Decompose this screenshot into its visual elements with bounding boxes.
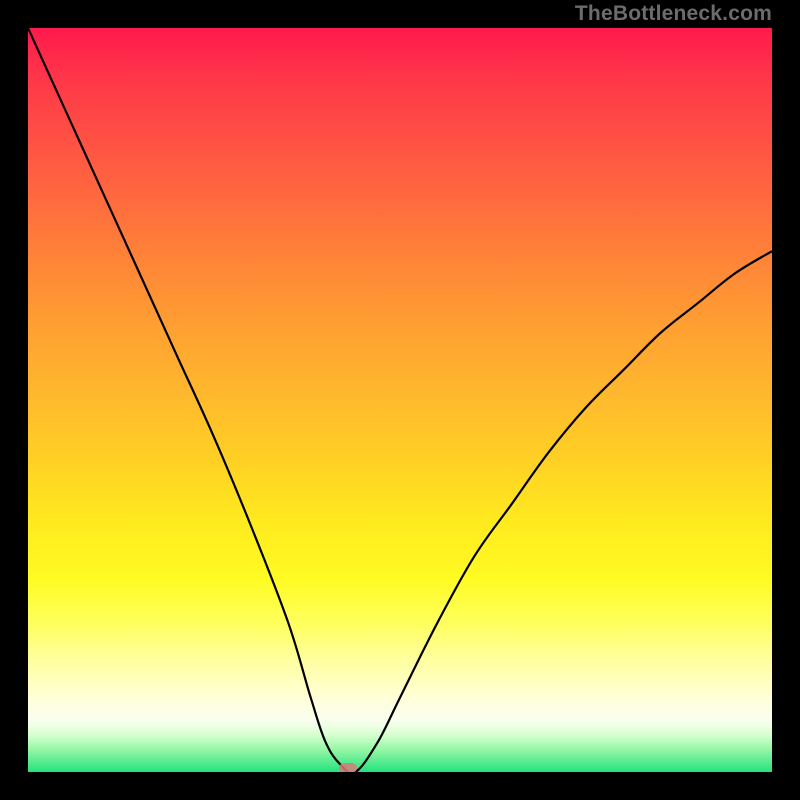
plot-area [28,28,772,772]
chart-frame: TheBottleneck.com [0,0,800,800]
bottleneck-curve [28,28,772,772]
curve-layer [28,28,772,772]
watermark-text: TheBottleneck.com [575,2,772,26]
optimum-marker [339,763,357,772]
